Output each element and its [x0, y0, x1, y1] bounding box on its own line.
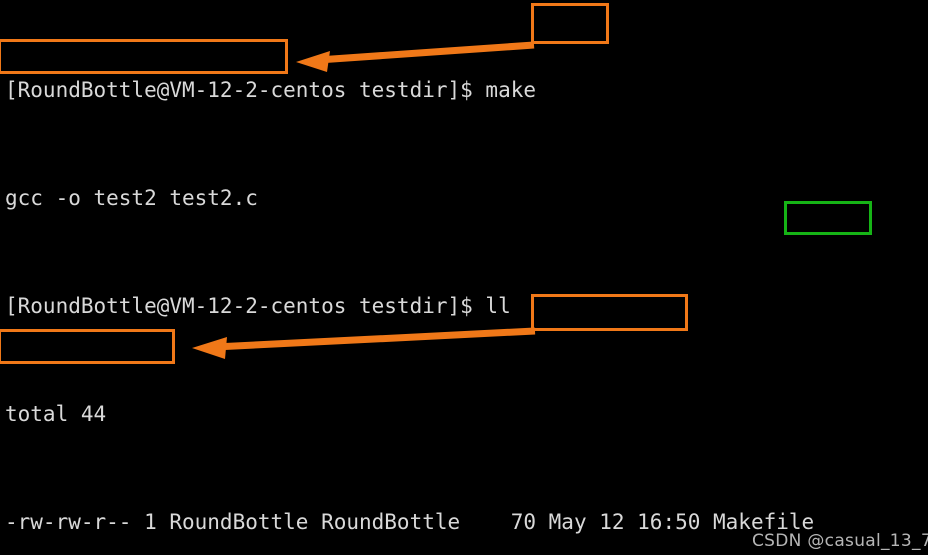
watermark: CSDN @casual_13_7	[752, 531, 928, 551]
terminal-line: gcc -o test2 test2.c	[5, 186, 258, 210]
terminal-line: [RoundBottle@VM-12-2-centos testdir]$ ll	[5, 294, 511, 318]
terminal-window[interactable]: [RoundBottle@VM-12-2-centos testdir]$ ma…	[0, 0, 928, 555]
terminal-output: [RoundBottle@VM-12-2-centos testdir]$ ma…	[5, 0, 814, 555]
terminal-line: total 44	[5, 402, 107, 426]
terminal-line: [RoundBottle@VM-12-2-centos testdir]$ ma…	[5, 78, 537, 102]
terminal-line: -rw-rw-r-- 1 RoundBottle RoundBottle 70 …	[5, 510, 815, 534]
